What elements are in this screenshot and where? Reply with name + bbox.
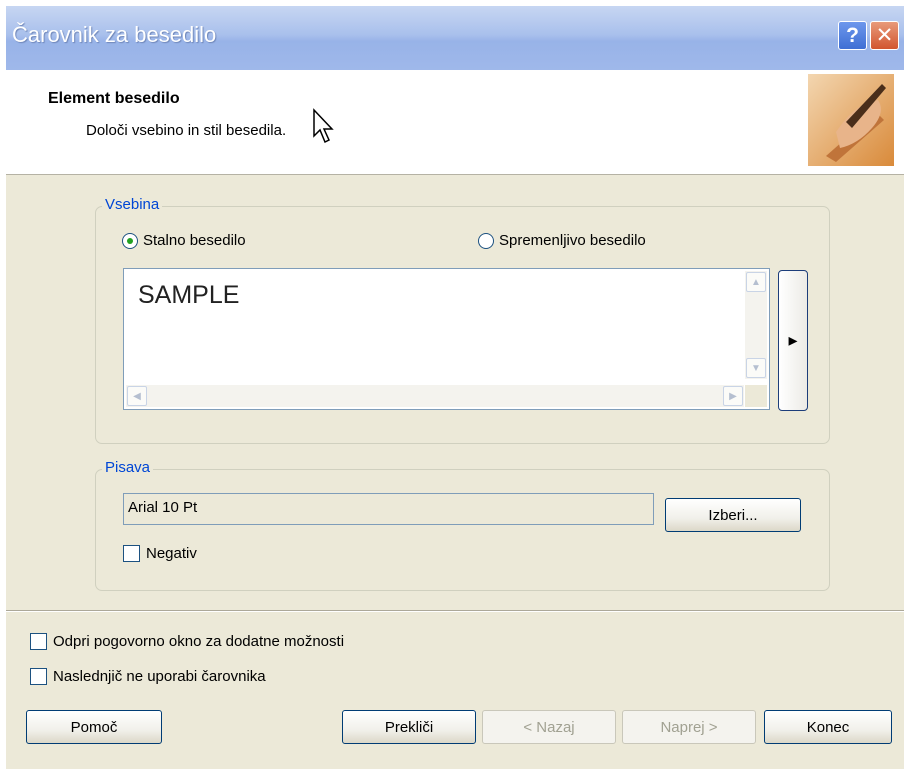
writing-hand-icon <box>808 74 894 166</box>
scroll-corner <box>745 385 767 407</box>
help-button[interactable]: Pomoč <box>26 710 162 744</box>
open-dialog-label: Odpri pogovorno okno za dodatne možnosti <box>53 633 345 650</box>
scroll-down-icon[interactable]: ▼ <box>746 358 766 378</box>
title-bar[interactable]: Čarovnik za besedilo ? ✕ <box>6 6 904 70</box>
select-font-button[interactable]: Izberi... <box>665 498 801 532</box>
content-group-label: Vsebina <box>102 196 163 213</box>
open-dialog-checkbox[interactable] <box>30 633 47 650</box>
text-area-value: SAMPLE <box>138 281 240 309</box>
scroll-left-icon[interactable]: ◀ <box>127 386 147 406</box>
close-button[interactable]: ✕ <box>870 21 899 50</box>
scroll-right-icon[interactable]: ▶ <box>723 386 743 406</box>
fixed-text-label: Stalno besedilo <box>143 232 246 249</box>
font-display-field: Arial 10 Pt <box>123 493 654 525</box>
dont-use-wizard-checkbox[interactable] <box>30 668 47 685</box>
text-area-content[interactable]: SAMPLE <box>126 271 744 379</box>
mouse-pointer-icon <box>313 108 334 144</box>
finish-button[interactable]: Konec <box>764 710 892 744</box>
vertical-scrollbar[interactable]: ▲ ▼ <box>745 271 767 379</box>
back-button[interactable]: < Nazaj <box>482 710 616 744</box>
wizard-header: Element besedilo Določi vsebino in stil … <box>6 70 904 175</box>
dont-use-wizard-checkbox-row[interactable]: Naslednjič ne uporabi čarovnika <box>30 668 266 685</box>
next-button[interactable]: Naprej > <box>622 710 756 744</box>
fixed-text-radio[interactable]: Stalno besedilo <box>122 232 246 249</box>
wizard-dialog: Čarovnik za besedilo ? ✕ Element besedil… <box>6 6 904 769</box>
open-dialog-checkbox-row[interactable]: Odpri pogovorno okno za dodatne možnosti <box>30 633 344 650</box>
content-text-area[interactable]: SAMPLE ▲ ▼ ◀ ▶ <box>123 268 770 410</box>
fixed-text-radio-button[interactable] <box>122 232 138 249</box>
negative-checkbox-row[interactable]: Negativ <box>123 545 197 562</box>
insert-field-button[interactable]: ▸ <box>778 270 808 411</box>
variable-text-label: Spremenljivo besedilo <box>499 232 646 249</box>
horizontal-scrollbar[interactable]: ◀ ▶ <box>126 385 744 407</box>
scroll-up-icon[interactable]: ▲ <box>746 272 766 292</box>
help-title-button[interactable]: ? <box>838 21 867 50</box>
cancel-button[interactable]: Prekliči <box>342 710 476 744</box>
negative-label: Negativ <box>146 545 197 562</box>
page-title: Element besedilo <box>48 90 180 107</box>
negative-checkbox[interactable] <box>123 545 140 562</box>
play-arrow-icon: ▸ <box>788 330 798 350</box>
page-subtitle: Določi vsebino in stil besedila. <box>86 122 287 139</box>
font-group-label: Pisava <box>102 459 154 476</box>
divider <box>6 610 904 612</box>
window-title: Čarovnik za besedilo <box>12 22 217 47</box>
dont-use-wizard-label: Naslednjič ne uporabi čarovnika <box>53 668 266 685</box>
variable-text-radio[interactable]: Spremenljivo besedilo <box>478 232 646 249</box>
variable-text-radio-button[interactable] <box>478 232 494 249</box>
